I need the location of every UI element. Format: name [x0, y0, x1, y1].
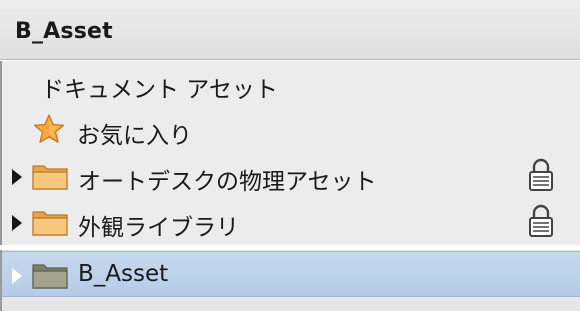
expand-arrow-icon[interactable]	[12, 169, 22, 185]
tree-item-favorites[interactable]: お気に入り	[2, 107, 580, 153]
folder-icon	[32, 211, 68, 236]
expand-arrow-icon[interactable]	[12, 268, 22, 284]
folder-icon	[32, 165, 68, 190]
tree-item-autodesk-physical-assets[interactable]: オートデスクの物理アセット	[2, 153, 580, 199]
expand-arrow-icon[interactable]	[12, 215, 22, 231]
star-icon	[33, 114, 65, 143]
user-library-tree: B_Asset	[0, 250, 580, 311]
tree-item-document-assets[interactable]: ドキュメント アセット	[2, 61, 580, 107]
tree-item-appearance-library[interactable]: 外観ライブラリ	[2, 199, 580, 245]
tree-item-label: ドキュメント アセット	[41, 77, 278, 103]
tree-item-label: 外観ライブラリ	[78, 215, 239, 241]
library-tree: ドキュメント アセット お気に入り オートデスクの物理アセット 外観ライブラリ	[0, 61, 580, 245]
library-header: B_Asset	[0, 0, 580, 60]
lock-icon	[529, 204, 553, 237]
folder-icon	[32, 264, 68, 289]
lock-icon	[529, 158, 553, 191]
tree-item-label: オートデスクの物理アセット	[78, 169, 377, 195]
tree-item-label: お気に入り	[77, 123, 192, 149]
tree-item-b-asset[interactable]: B_Asset	[2, 251, 580, 297]
tree-item-label: B_Asset	[78, 261, 169, 287]
library-title: B_Asset	[15, 19, 113, 44]
